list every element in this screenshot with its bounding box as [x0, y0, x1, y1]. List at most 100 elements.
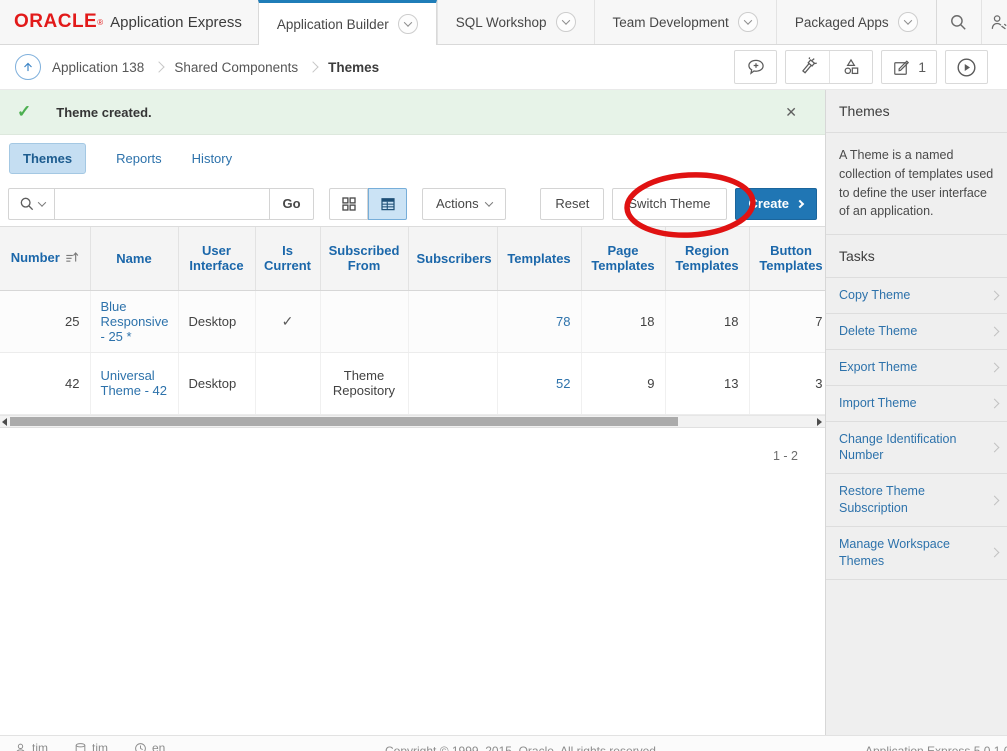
cell-region-templates: 18: [665, 290, 749, 352]
cell-subscribers: [408, 352, 497, 414]
column-header-user-interface[interactable]: User Interface: [178, 227, 255, 290]
footer-version: Application Express 5.0.1.00: [865, 744, 1007, 751]
tab-history[interactable]: History: [192, 151, 232, 166]
column-header-templates[interactable]: Templates: [497, 227, 581, 290]
task-import-theme[interactable]: Import Theme: [826, 386, 1007, 422]
column-header-subscribers[interactable]: Subscribers: [408, 227, 497, 290]
task-restore-theme-subscription[interactable]: Restore Theme Subscription: [826, 474, 1007, 527]
create-button[interactable]: Create: [735, 188, 817, 220]
task-export-theme[interactable]: Export Theme: [826, 350, 1007, 386]
chevron-down-icon[interactable]: [398, 14, 418, 34]
column-header-page-templates[interactable]: Page Templates: [581, 227, 665, 290]
actions-menu-button[interactable]: Actions: [422, 188, 506, 220]
administration-icon[interactable]: [981, 0, 1007, 44]
feedback-button[interactable]: [734, 50, 777, 84]
up-level-icon[interactable]: [15, 54, 41, 80]
chevron-down-icon[interactable]: [738, 12, 758, 32]
tab-application-builder[interactable]: Application Builder: [258, 0, 437, 45]
cell-region-templates: 13: [665, 352, 749, 414]
cell-button-templates: 7: [749, 290, 825, 352]
column-header-subscribed-from[interactable]: Subscribed From: [320, 227, 408, 290]
breadcrumb-bar: Application 138 Shared Components Themes…: [0, 45, 1007, 90]
chevron-right-icon: [990, 290, 1000, 300]
chevron-right-icon: [990, 548, 1000, 558]
footer-copyright: Copyright © 1999, 2015, Oracle. All righ…: [385, 744, 659, 751]
cell-is-current: [255, 352, 320, 414]
top-utility-icons: ?: [936, 0, 1007, 44]
shared-components-shapes-button[interactable]: [829, 51, 872, 83]
tasks-title: Tasks: [826, 235, 1007, 278]
top-nav-tabs: Application Builder SQL Workshop Team De…: [258, 0, 936, 44]
cell-name: Blue Responsive - 25 *: [90, 290, 178, 352]
tab-label: Application Builder: [277, 17, 389, 32]
chevron-right-icon: [990, 362, 1000, 372]
task-change-identification-number[interactable]: Change Identification Number: [826, 422, 1007, 475]
tab-packaged-apps[interactable]: Packaged Apps: [776, 0, 936, 44]
reset-button[interactable]: Reset: [540, 188, 604, 220]
page-content: ✓ Theme created. ✕ Themes Reports Histor…: [0, 90, 1007, 735]
task-copy-theme[interactable]: Copy Theme: [826, 278, 1007, 314]
tab-label: SQL Workshop: [456, 15, 547, 30]
cell-page-templates: 9: [581, 352, 665, 414]
search-column-selector-button[interactable]: [8, 188, 55, 220]
footer-schema-label: tim: [92, 741, 108, 751]
chevron-down-icon[interactable]: [556, 12, 576, 32]
templates-count-link[interactable]: 78: [556, 314, 570, 329]
horizontal-scrollbar[interactable]: [0, 415, 825, 428]
sort-ascending-icon: [65, 251, 79, 267]
chevron-down-icon: [37, 198, 45, 206]
tab-sql-workshop[interactable]: SQL Workshop: [437, 0, 594, 44]
actions-label: Actions: [436, 196, 479, 211]
column-header-button-templates[interactable]: Button Templates: [749, 227, 825, 290]
theme-name-link[interactable]: Blue Responsive - 25 *: [101, 299, 169, 344]
themes-report-grid: Number Name User Interface Is Current Su…: [0, 226, 825, 415]
search-icon[interactable]: [936, 0, 981, 44]
templates-count-link[interactable]: 52: [556, 376, 570, 391]
tab-team-development[interactable]: Team Development: [594, 0, 776, 44]
chevron-right-icon: [990, 442, 1000, 452]
sidebar-description: A Theme is a named collection of templat…: [826, 133, 1007, 235]
search-input[interactable]: [55, 188, 270, 220]
edit-page-button[interactable]: 1: [881, 50, 937, 84]
column-header-name[interactable]: Name: [90, 227, 178, 290]
advisor-flashlight-button[interactable]: [786, 51, 829, 83]
switch-theme-button[interactable]: Switch Theme: [612, 188, 726, 220]
utility-button-group: [785, 50, 873, 84]
cell-button-templates: 3: [749, 352, 825, 414]
close-icon[interactable]: ✕: [785, 104, 797, 121]
apex-themes-page: ORACLE® Application Express Application …: [0, 0, 1007, 751]
theme-name-link[interactable]: Universal Theme - 42: [101, 368, 167, 398]
success-message: ✓ Theme created. ✕: [0, 90, 825, 135]
table-row: 25 Blue Responsive - 25 * Desktop ✓ 78 1…: [0, 290, 825, 352]
tab-reports[interactable]: Reports: [116, 151, 162, 166]
run-application-button[interactable]: [945, 50, 988, 84]
chevron-down-icon[interactable]: [898, 12, 918, 32]
cell-templates: 78: [497, 290, 581, 352]
cell-user-interface: Desktop: [178, 352, 255, 414]
icon-view-button[interactable]: [329, 188, 368, 220]
tab-themes[interactable]: Themes: [9, 143, 86, 174]
table-header-row: Number Name User Interface Is Current Su…: [0, 227, 825, 290]
scrollbar-thumb[interactable]: [10, 417, 678, 426]
registered-mark: ®: [97, 18, 103, 27]
breadcrumb-application[interactable]: Application 138: [52, 60, 144, 75]
tab-label: Packaged Apps: [795, 15, 889, 30]
scroll-right-icon[interactable]: [817, 418, 822, 426]
go-button[interactable]: Go: [270, 188, 314, 220]
task-delete-theme[interactable]: Delete Theme: [826, 314, 1007, 350]
task-manage-workspace-themes[interactable]: Manage Workspace Themes: [826, 527, 1007, 580]
column-header-number[interactable]: Number: [0, 227, 90, 290]
cell-page-templates: 18: [581, 290, 665, 352]
cell-number: 42: [0, 352, 90, 414]
chevron-right-icon: [990, 398, 1000, 408]
column-header-is-current[interactable]: Is Current: [255, 227, 320, 290]
success-check-icon: ✓: [17, 102, 31, 122]
cell-is-current: ✓: [255, 290, 320, 352]
scroll-left-icon[interactable]: [2, 418, 7, 426]
success-message-text: Theme created.: [56, 105, 151, 120]
main-region: ✓ Theme created. ✕ Themes Reports Histor…: [0, 90, 825, 735]
column-header-region-templates[interactable]: Region Templates: [665, 227, 749, 290]
breadcrumb-separator-icon: [154, 61, 165, 72]
report-view-button[interactable]: [368, 188, 407, 220]
breadcrumb-shared-components[interactable]: Shared Components: [174, 60, 298, 75]
